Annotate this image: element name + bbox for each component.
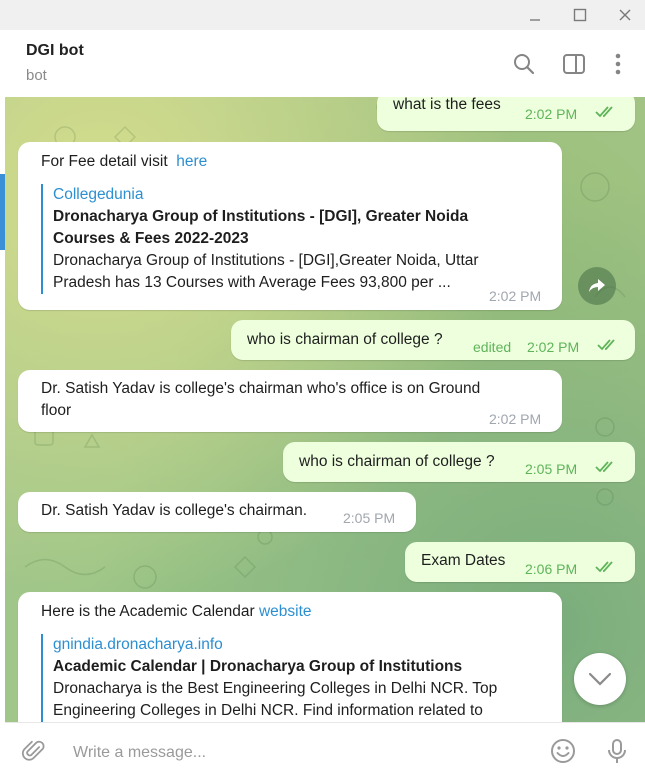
message-time: 2:06 PM [525,561,578,577]
preview-title: Academic Calendar | Dronacharya Group of… [53,658,463,675]
message-text: Exam Dates [421,552,506,569]
link-preview[interactable]: gnindia.dronacharya.info Academic Calend… [41,634,543,722]
message-time: 2:02 PM [525,106,578,122]
preview-description: Dronacharya Group of Institutions - [DGI… [53,252,479,269]
message-text: who is chairman of college ? [299,453,495,470]
chat-header: DGI bot bot [5,30,645,98]
message-input[interactable] [71,740,525,766]
message-time: 2:02 PM [527,339,580,355]
read-checkmarks-icon [595,106,613,118]
message-text: Dr. Satish Yadav is college's chairman w… [41,380,481,397]
chevron-down-icon [588,672,612,686]
search-icon[interactable] [511,51,537,77]
message-text: Here is the Academic Calendar website [41,603,312,620]
message-time: 2:05 PM [343,510,396,526]
read-checkmarks-icon [595,561,613,573]
preview-title: Courses & Fees 2022-2023 [53,230,249,247]
message-composer [5,722,645,779]
message-text: For Fee detail visit here [41,153,208,170]
read-checkmarks-icon [595,461,613,473]
read-checkmarks-icon [597,339,615,351]
chat-area[interactable]: what is the fees 2:02 PM For Fee detail … [5,97,645,722]
message-time: 2:02 PM [489,288,542,304]
sidebar-toggle-icon[interactable] [561,51,587,77]
message-text: Dr. Satish Yadav is college's chairman. [41,502,308,519]
message-incoming[interactable]: Dr. Satish Yadav is college's chairman. … [18,492,416,532]
preview-description: Pradesh has 13 Courses with Average Fees… [53,274,451,291]
message-edited-label: edited [473,339,512,355]
message-link[interactable]: website [259,603,312,620]
message-incoming[interactable]: Here is the Academic Calendar website gn… [18,592,562,722]
preview-site-name: Collegedunia [53,186,144,203]
message-text: what is the fees [393,97,501,113]
emoji-icon[interactable] [549,737,577,765]
preview-title: Dronacharya Group of Institutions - [DGI… [53,208,469,225]
message-outgoing[interactable]: who is chairman of college ? 2:05 PM [283,442,635,482]
scroll-down-button[interactable] [574,653,626,705]
attach-icon[interactable] [21,737,49,765]
message-time: 2:05 PM [525,461,578,477]
message-text: who is chairman of college ? [247,331,443,348]
message-outgoing[interactable]: what is the fees 2:02 PM [377,97,635,131]
message-time: 2:02 PM [489,411,542,427]
message-outgoing[interactable]: Exam Dates 2:06 PM [405,542,635,582]
forward-share-icon[interactable] [578,267,616,305]
message-incoming[interactable]: For Fee detail visit here Collegedunia D… [18,142,562,310]
chat-status: bot [26,67,47,84]
minimize-icon[interactable] [524,4,546,26]
preview-site-name: gnindia.dronacharya.info [53,636,223,653]
close-icon[interactable] [614,4,636,26]
microphone-icon[interactable] [603,737,631,765]
message-outgoing[interactable]: who is chairman of college ? edited 2:02… [231,320,635,360]
chat-title[interactable]: DGI bot [26,42,84,60]
more-vertical-icon[interactable] [605,51,631,77]
maximize-icon[interactable] [569,4,591,26]
preview-description: Dronacharya is the Best Engineering Coll… [53,680,498,697]
message-incoming[interactable]: Dr. Satish Yadav is college's chairman w… [18,370,562,432]
message-link[interactable]: here [176,153,207,170]
preview-description: Engineering Colleges in Delhi NCR. Find … [53,702,483,719]
message-text: floor [41,402,72,419]
window-titlebar [0,0,645,30]
link-preview[interactable]: Collegedunia Dronacharya Group of Instit… [41,184,543,294]
